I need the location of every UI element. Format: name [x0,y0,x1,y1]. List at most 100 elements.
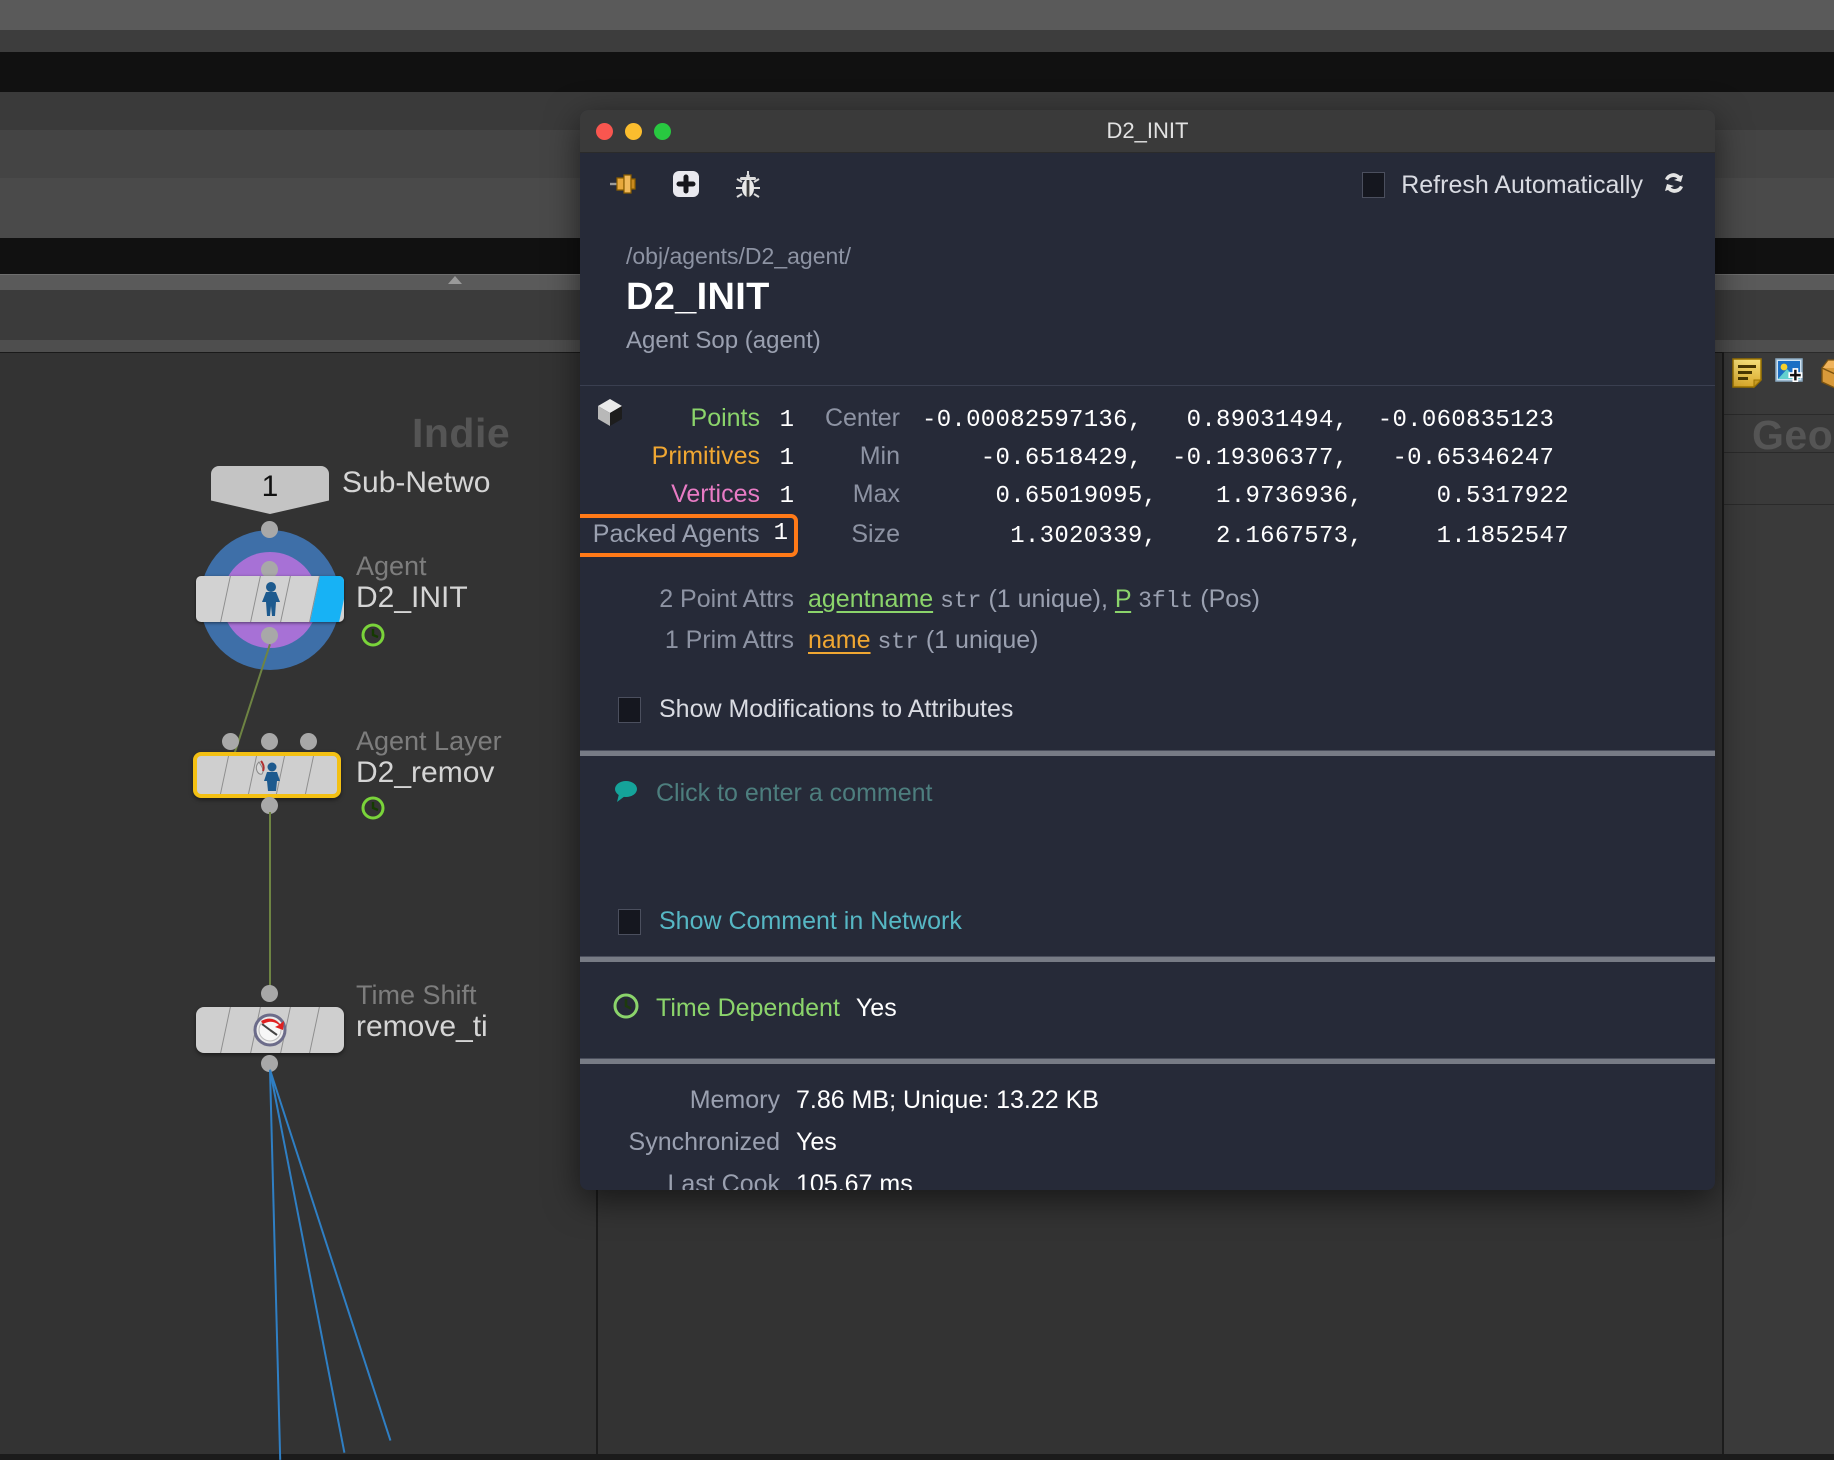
node-name-time-shift: remove_ti [356,1010,488,1044]
prim-attributes-row: 1 Prim Attrs name str (1 unique) [580,626,1715,655]
network-editor-right-toolbar [1722,352,1834,1454]
network-path-watermark-geo: Geo [1752,412,1834,458]
prim-attrs-values: name str (1 unique) [808,626,1038,655]
metadata-row: Last Cook 105.67 ms [580,1170,1715,1190]
agent-layer-icon [249,758,285,794]
node-label-subnetwork: Sub-Netwo [342,466,490,500]
node-input-connector-timeshift[interactable] [261,985,278,1002]
add-icon[interactable] [670,168,704,202]
node-type-time-shift: Time Shift [356,980,477,1010]
node-input-connector-1[interactable] [222,733,239,750]
app-secondary-toolbar [0,30,1834,52]
show-comment-in-network-row[interactable]: Show Comment in Network [618,907,962,936]
bounds-value-max: 0.65019095, 1.9736936, 0.5317922 [922,483,1569,510]
node-agent-d2-init[interactable] [196,576,344,622]
comment-input-row[interactable]: Click to enter a comment [580,778,1715,809]
box-icon[interactable] [1818,356,1834,390]
clock-icon [612,992,640,1025]
node-label-agent: Agent D2_INIT [356,551,468,615]
stat-label-primitives: Primitives [651,442,760,470]
attr-p-type: 3flt [1138,588,1194,614]
stat-label-vertices: Vertices [671,480,760,508]
bounds-value-min: -0.6518429, -0.19306377, -0.65346247 [922,445,1555,472]
stat-value-packed-agents: 1 [773,520,788,547]
subnetwork-index-label: 1 [261,470,279,503]
stat-label-packed-agents: Packed Agents [592,520,760,548]
node-path: /obj/agents/D2_agent/ [626,243,852,269]
node-agent-layer-d2-remove[interactable] [193,752,341,798]
prim-attrs-label: 1 Prim Attrs [664,626,794,654]
metadata-key-synchronized: Synchronized [628,1128,780,1156]
time-dependent-label: Time Dependent [656,993,840,1022]
node-input-connector-2[interactable] [261,733,278,750]
show-modifications-checkbox[interactable] [618,696,641,723]
attributes-section: 2 Point Attrs agentname str (1 unique), … [580,563,1715,671]
bounds-label-max: Max [852,480,900,508]
attr-agentname-unique: (1 unique) [988,585,1102,613]
attr-p-link[interactable]: P [1115,585,1131,613]
time-dependent-badge-layer [360,795,386,826]
bounds-value-size: 1.3020339, 2.1667573, 1.1852547 [922,523,1569,550]
dialog-title: D2_INIT [1106,118,1189,143]
node-input-connector[interactable] [261,521,278,538]
node-label-time-shift: Time Shift remove_ti [356,980,488,1044]
node-output-connector[interactable] [261,627,278,644]
node-time-shift-remove[interactable] [196,1007,344,1053]
bounds-value-center: -0.00082597136, 0.89031494, -0.060835123 [922,407,1555,434]
refresh-automatically-checkbox[interactable] [1362,172,1386,198]
attr-name-link[interactable]: name [808,626,871,654]
metadata-key-last-cook: Last Cook [667,1170,780,1190]
node-type-agent: Agent [356,551,427,581]
stats-grid: Points 1 Center -0.00082597136, 0.890314… [580,404,1715,557]
stat-value-primitives: 1 [779,445,794,472]
app-main-toolbar [0,0,1834,30]
attr-p-meaning: (Pos) [1200,585,1261,613]
scroll-up-caret-icon[interactable] [448,276,462,284]
comment-placeholder[interactable]: Click to enter a comment [656,779,933,808]
metadata-section: Memory 7.86 MB; Unique: 13.22 KB Synchro… [580,1064,1715,1190]
node-info-dialog[interactable]: D2_INIT Refresh Automatically /obj/agent… [580,110,1715,1190]
node-type-subtitle: Agent Sop (agent) [626,327,821,354]
bounds-label-center: Center [824,404,900,432]
dialog-header: /obj/agents/D2_agent/ D2_INIT Agent Sop … [580,217,1715,386]
geometry-stats-section: Points 1 Center -0.00082597136, 0.890314… [580,386,1715,563]
metadata-row: Memory 7.86 MB; Unique: 13.22 KB [580,1086,1715,1115]
show-comment-in-network-label: Show Comment in Network [659,907,962,935]
show-modifications-row[interactable]: Show Modifications to Attributes [580,671,1715,750]
node-name-agent-layer: D2_remov [356,756,495,790]
metadata-row: Synchronized Yes [580,1128,1715,1157]
agent-person-icon [254,580,288,622]
comment-section[interactable]: Click to enter a comment Show Comment in… [580,756,1715,956]
debug-bug-icon[interactable] [732,168,766,202]
app-viewport-strip-upper [0,52,1834,92]
refresh-icon[interactable] [1659,168,1693,202]
bounds-label-min: Min [859,442,900,470]
node-type-agent-layer: Agent Layer [356,726,502,756]
refresh-automatically-label: Refresh Automatically [1401,170,1643,199]
show-modifications-label: Show Modifications to Attributes [659,695,1014,723]
sticky-note-icon[interactable] [1730,356,1764,390]
attr-name-unique: (1 unique) [925,626,1039,654]
metadata-key-memory: Memory [689,1086,780,1114]
pin-icon[interactable] [608,168,642,202]
comment-bubble-icon [612,778,640,809]
node-type-subnetwork: Sub-Netwo [342,466,491,499]
metadata-value-synchronized: Yes [796,1128,837,1156]
node-input-connector-3[interactable] [300,733,317,750]
license-watermark-indie: Indie [412,410,511,456]
time-shift-icon [250,1011,290,1053]
dialog-toolbar[interactable]: Refresh Automatically [580,153,1715,217]
geometry-cube-icon [592,394,628,435]
dialog-titlebar[interactable]: D2_INIT [580,110,1715,153]
time-dependent-value: Yes [855,993,897,1022]
metadata-value-last-cook: 105.67 ms [796,1170,913,1190]
node-wire-layer-to-timeshift [269,812,271,987]
image-add-icon[interactable] [1774,356,1808,390]
show-comment-in-network-checkbox[interactable] [618,908,641,935]
attr-name-type: str [877,629,919,655]
time-dependent-badge-agent [360,622,386,653]
attr-agentname-type: str [940,588,982,614]
attr-agentname-link[interactable]: agentname [808,585,933,613]
node-name-agent: D2_INIT [356,581,468,615]
stat-value-vertices: 1 [779,483,794,510]
